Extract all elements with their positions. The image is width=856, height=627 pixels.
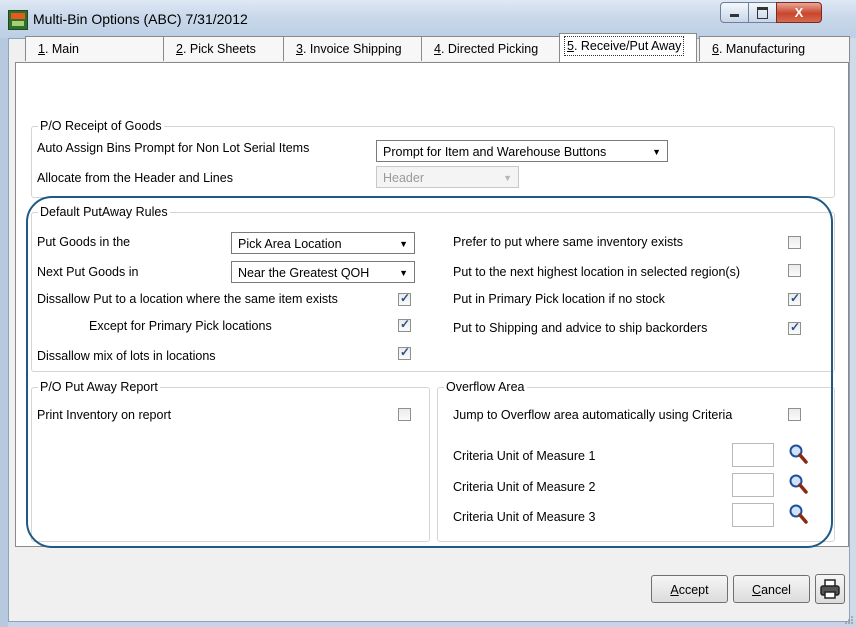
- next-put-value: Near the Greatest QOH: [238, 266, 370, 280]
- except-primary-checkbox[interactable]: [398, 317, 411, 332]
- primary-pick-checkbox[interactable]: [788, 291, 801, 306]
- tab-manufacturing[interactable]: 6. Manufacturing: [699, 36, 850, 61]
- allocate-label: Allocate from the Header and Lines: [37, 171, 233, 185]
- uom1-label: Criteria Unit of Measure 1: [453, 449, 596, 463]
- chevron-down-icon: ▼: [399, 268, 408, 278]
- print-button[interactable]: [815, 574, 845, 604]
- accept-label: ccept: [678, 583, 709, 597]
- auto-assign-value: Prompt for Item and Warehouse Buttons: [383, 145, 607, 159]
- allocate-select: Header ▼: [376, 166, 519, 188]
- tab-manufacturing-hotkey: 6: [712, 42, 719, 56]
- uom3-input[interactable]: [732, 503, 774, 527]
- title-bar[interactable]: Multi-Bin Options (ABC) 7/31/2012 X: [0, 0, 856, 38]
- uom1-lookup-magnifier-icon[interactable]: [788, 443, 808, 465]
- application-window: Multi-Bin Options (ABC) 7/31/2012 X 1. M…: [0, 0, 856, 627]
- overflow-group-title: Overflow Area: [444, 380, 527, 394]
- disallow-same-label: Dissallow Put to a location where the sa…: [37, 292, 338, 306]
- tab-receive-put-away-label: . Receive/Put Away: [573, 39, 682, 53]
- chevron-down-icon: ▼: [652, 147, 661, 157]
- tab-main[interactable]: 1. Main: [25, 36, 180, 61]
- print-inventory-checkbox[interactable]: [398, 408, 411, 421]
- tab-strip: 1. Main 2. Pick Sheets 3. Invoice Shippi…: [15, 33, 851, 64]
- window-frame-left: [0, 38, 8, 627]
- putaway-group-title: Default PutAway Rules: [38, 205, 170, 219]
- uom2-input[interactable]: [732, 473, 774, 497]
- accept-button[interactable]: Accept: [651, 575, 728, 603]
- tab-receive-put-away-hotkey: 5: [567, 39, 574, 53]
- close-button[interactable]: X: [776, 2, 822, 23]
- prefer-same-checkbox[interactable]: [788, 236, 801, 249]
- jump-overflow-checkbox[interactable]: [788, 408, 801, 421]
- disallow-mix-label: Dissallow mix of lots in locations: [37, 349, 216, 363]
- next-put-select[interactable]: Near the Greatest QOH ▼: [231, 261, 415, 283]
- receipt-group-title: P/O Receipt of Goods: [38, 119, 164, 133]
- cancel-hotkey: C: [752, 583, 762, 597]
- uom2-lookup-magnifier-icon[interactable]: [788, 473, 808, 495]
- maximize-button[interactable]: [748, 2, 777, 23]
- shipping-label: Put to Shipping and advice to ship backo…: [453, 321, 708, 335]
- cancel-button[interactable]: Cancel: [733, 575, 810, 603]
- tab-invoice-shipping-hotkey: 3: [296, 42, 303, 56]
- report-group-title: P/O Put Away Report: [38, 380, 160, 394]
- tab-pick-sheets-hotkey: 2: [176, 42, 183, 56]
- printer-icon: [820, 579, 840, 599]
- except-primary-label: Except for Primary Pick locations: [89, 319, 272, 333]
- maximize-icon: [757, 7, 768, 19]
- tab-main-hotkey: 1: [38, 42, 45, 56]
- minimize-button[interactable]: [720, 2, 749, 23]
- window-controls: X: [720, 2, 848, 23]
- tab-directed-picking[interactable]: 4. Directed Picking: [421, 36, 577, 61]
- tab-pick-sheets[interactable]: 2. Pick Sheets: [163, 36, 300, 61]
- disallow-same-checkbox[interactable]: [398, 291, 411, 306]
- tab-pick-sheets-label: . Pick Sheets: [182, 42, 256, 56]
- tab-manufacturing-label: . Manufacturing: [718, 42, 806, 56]
- print-inventory-label: Print Inventory on report: [37, 408, 172, 422]
- primary-pick-label: Put in Primary Pick location if no stock: [453, 292, 665, 306]
- accept-hotkey: A: [670, 583, 679, 597]
- prefer-same-label: Prefer to put where same inventory exist…: [453, 235, 683, 249]
- auto-assign-label: Auto Assign Bins Prompt for Non Lot Seri…: [37, 141, 310, 155]
- resize-grip-icon[interactable]: [844, 615, 854, 625]
- auto-assign-select[interactable]: Prompt for Item and Warehouse Buttons ▼: [376, 140, 668, 162]
- close-icon: X: [794, 5, 804, 20]
- uom3-label: Criteria Unit of Measure 3: [453, 510, 596, 524]
- tab-invoice-shipping[interactable]: 3. Invoice Shipping: [283, 36, 439, 61]
- uom2-label: Criteria Unit of Measure 2: [453, 480, 596, 494]
- disallow-mix-checkbox[interactable]: [398, 345, 411, 360]
- shipping-checkbox[interactable]: [788, 320, 801, 335]
- tab-receive-put-away[interactable]: 5. Receive/Put Away: [559, 33, 697, 62]
- put-goods-value: Pick Area Location: [238, 237, 342, 251]
- put-goods-label: Put Goods in the: [37, 235, 131, 249]
- tab-directed-picking-label: . Directed Picking: [440, 42, 539, 56]
- app-icon[interactable]: [8, 10, 28, 30]
- next-put-label: Next Put Goods in: [37, 265, 139, 279]
- next-highest-checkbox[interactable]: [788, 264, 801, 277]
- jump-overflow-label: Jump to Overflow area automatically usin…: [453, 408, 733, 422]
- allocate-value: Header: [383, 171, 424, 185]
- put-goods-select[interactable]: Pick Area Location ▼: [231, 232, 415, 254]
- cancel-label: ancel: [761, 583, 791, 597]
- chevron-down-icon: ▼: [399, 239, 408, 249]
- minimize-icon: [730, 14, 739, 17]
- chevron-down-icon: ▼: [503, 173, 512, 183]
- tab-directed-picking-hotkey: 4: [434, 42, 441, 56]
- tab-main-label: . Main: [44, 42, 79, 56]
- uom1-input[interactable]: [732, 443, 774, 467]
- tab-invoice-shipping-label: . Invoice Shipping: [302, 42, 402, 56]
- window-title: Multi-Bin Options (ABC) 7/31/2012: [33, 11, 248, 27]
- uom3-lookup-magnifier-icon[interactable]: [788, 503, 808, 525]
- next-highest-label: Put to the next highest location in sele…: [453, 265, 740, 279]
